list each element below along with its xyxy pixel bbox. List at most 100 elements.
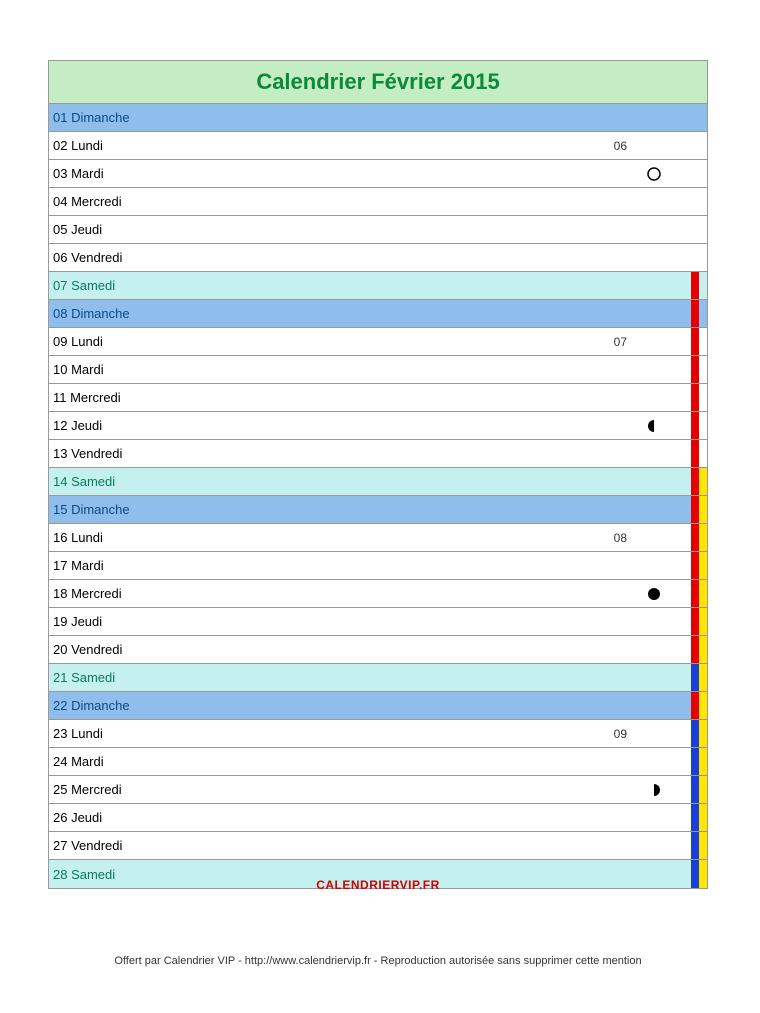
- zone-bar-empty: [699, 216, 707, 243]
- zone-bar-red: [691, 356, 699, 383]
- day-row: 11 Mercredi: [49, 384, 707, 412]
- day-row: 08 Dimanche: [49, 300, 707, 328]
- day-row: 16 Lundi08: [49, 524, 707, 552]
- zone-bars: [691, 104, 707, 131]
- day-label: 27 Vendredi: [49, 838, 691, 853]
- day-label: 06 Vendredi: [49, 250, 691, 265]
- day-label: 16 Lundi: [49, 530, 691, 545]
- zone-bar-red: [691, 692, 699, 719]
- day-row: 15 Dimanche: [49, 496, 707, 524]
- zone-bars: [691, 552, 707, 579]
- zone-bars: [691, 440, 707, 467]
- day-label: 25 Mercredi: [49, 782, 691, 797]
- zone-bar-yellow: [699, 636, 707, 663]
- moon-phase-icon: [647, 783, 661, 797]
- zone-bar-empty: [699, 384, 707, 411]
- zone-bar-red: [691, 440, 699, 467]
- zone-bars: [691, 720, 707, 747]
- day-label: 21 Samedi: [49, 670, 691, 685]
- day-label: 14 Samedi: [49, 474, 691, 489]
- day-row: 17 Mardi: [49, 552, 707, 580]
- day-row: 27 Vendredi: [49, 832, 707, 860]
- zone-bar-empty: [699, 104, 707, 131]
- week-number: 07: [614, 335, 627, 349]
- zone-bar-yellow: [699, 664, 707, 691]
- day-row: 12 Jeudi: [49, 412, 707, 440]
- day-row: 04 Mercredi: [49, 188, 707, 216]
- zone-bars: [691, 328, 707, 355]
- zone-bar-blue: [691, 748, 699, 775]
- zone-bars: [691, 608, 707, 635]
- zone-bar-blue: [691, 720, 699, 747]
- zone-bars: [691, 300, 707, 327]
- zone-bar-red: [691, 384, 699, 411]
- day-label: 13 Vendredi: [49, 446, 691, 461]
- day-label: 22 Dimanche: [49, 698, 691, 713]
- zone-bars: [691, 160, 707, 187]
- zone-bars: [691, 188, 707, 215]
- calendar-title: Calendrier Février 2015: [49, 61, 707, 104]
- day-row: 07 Samedi: [49, 272, 707, 300]
- zone-bars: [691, 412, 707, 439]
- day-label: 19 Jeudi: [49, 614, 691, 629]
- site-label: CALENDRIERVIP.FR: [48, 878, 708, 892]
- zone-bar-red: [691, 608, 699, 635]
- zone-bars: [691, 244, 707, 271]
- zone-bar-empty: [699, 272, 707, 299]
- zone-bar-red: [691, 496, 699, 523]
- day-row: 24 Mardi: [49, 748, 707, 776]
- zone-bar-yellow: [699, 524, 707, 551]
- zone-bar-red: [691, 468, 699, 495]
- zone-bar-yellow: [699, 580, 707, 607]
- zone-bars: [691, 776, 707, 803]
- day-label: 01 Dimanche: [49, 110, 691, 125]
- zone-bar-red: [691, 300, 699, 327]
- zone-bar-blue: [691, 804, 699, 831]
- day-label: 23 Lundi: [49, 726, 691, 741]
- zone-bar-yellow: [699, 804, 707, 831]
- zone-bar-empty: [699, 300, 707, 327]
- zone-bar-yellow: [699, 776, 707, 803]
- day-label: 15 Dimanche: [49, 502, 691, 517]
- day-row: 10 Mardi: [49, 356, 707, 384]
- zone-bar-empty: [691, 188, 699, 215]
- day-label: 05 Jeudi: [49, 222, 691, 237]
- day-row: 14 Samedi: [49, 468, 707, 496]
- day-label: 18 Mercredi: [49, 586, 691, 601]
- day-label: 09 Lundi: [49, 334, 691, 349]
- zone-bars: [691, 664, 707, 691]
- day-label: 11 Mercredi: [49, 390, 691, 405]
- day-row: 21 Samedi: [49, 664, 707, 692]
- zone-bar-empty: [691, 244, 699, 271]
- zone-bar-red: [691, 552, 699, 579]
- day-row: 26 Jeudi: [49, 804, 707, 832]
- day-row: 02 Lundi06: [49, 132, 707, 160]
- zone-bars: [691, 804, 707, 831]
- zone-bars: [691, 748, 707, 775]
- day-label: 24 Mardi: [49, 754, 691, 769]
- zone-bar-empty: [699, 160, 707, 187]
- zone-bars: [691, 496, 707, 523]
- zone-bar-red: [691, 580, 699, 607]
- zone-bar-empty: [699, 132, 707, 159]
- day-row: 01 Dimanche: [49, 104, 707, 132]
- day-label: 20 Vendredi: [49, 642, 691, 657]
- day-row: 18 Mercredi: [49, 580, 707, 608]
- day-row: 19 Jeudi: [49, 608, 707, 636]
- zone-bars: [691, 216, 707, 243]
- day-label: 03 Mardi: [49, 166, 691, 181]
- zone-bar-empty: [699, 328, 707, 355]
- zone-bar-empty: [699, 440, 707, 467]
- zone-bar-red: [691, 412, 699, 439]
- day-label: 10 Mardi: [49, 362, 691, 377]
- zone-bars: [691, 832, 707, 859]
- calendar: Calendrier Février 2015 01 Dimanche 02 Lu…: [48, 60, 708, 889]
- day-row: 22 Dimanche: [49, 692, 707, 720]
- day-label: 26 Jeudi: [49, 810, 691, 825]
- day-label: 04 Mercredi: [49, 194, 691, 209]
- day-row: 06 Vendredi: [49, 244, 707, 272]
- zone-bars: [691, 468, 707, 495]
- zone-bar-empty: [699, 412, 707, 439]
- day-label: 12 Jeudi: [49, 418, 691, 433]
- zone-bar-yellow: [699, 496, 707, 523]
